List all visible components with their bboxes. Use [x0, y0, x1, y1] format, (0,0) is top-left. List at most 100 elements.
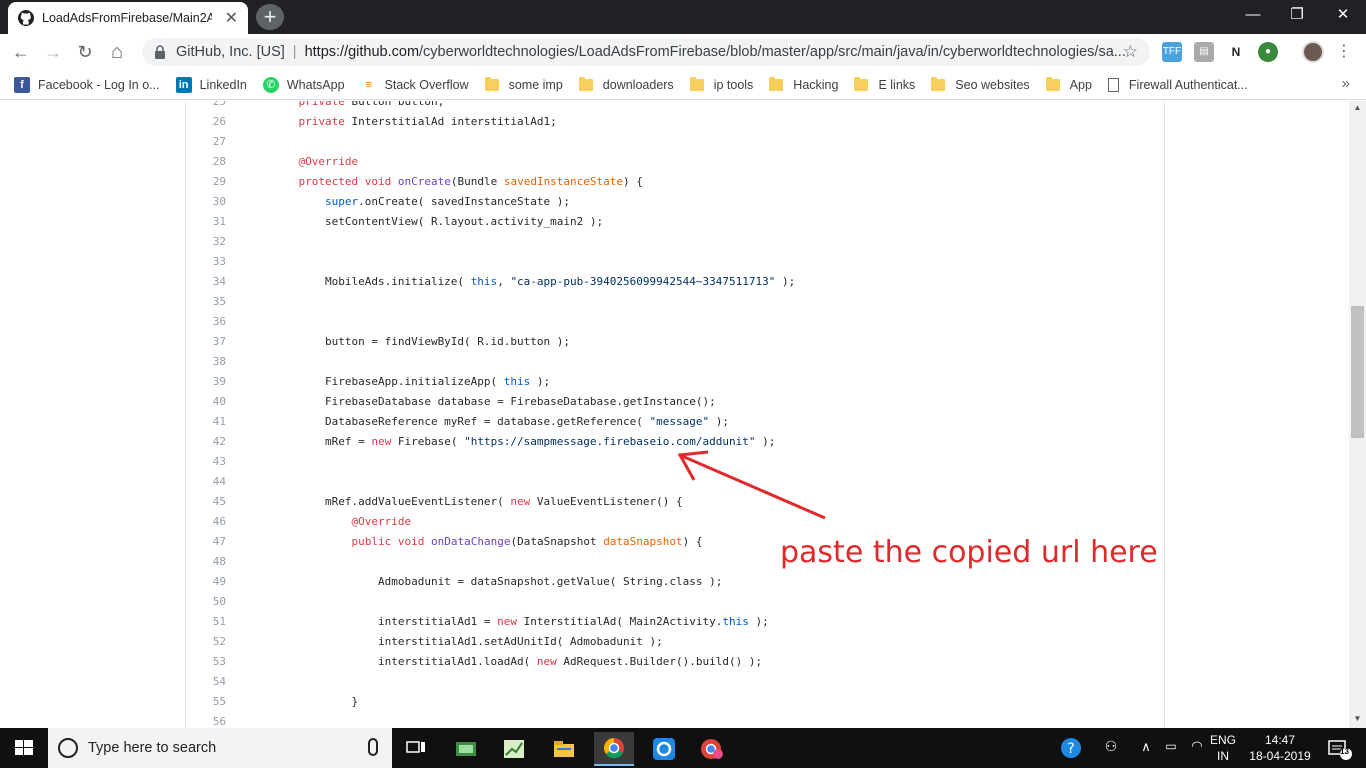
extension-tff-icon[interactable]: TFF: [1162, 42, 1182, 62]
code-line: 53 interstitialAd1.loadAd( new AdRequest…: [186, 652, 1164, 672]
line-number[interactable]: 36: [186, 312, 226, 332]
line-number[interactable]: 41: [186, 412, 226, 432]
line-number[interactable]: 54: [186, 672, 226, 692]
app-chart-icon[interactable]: [494, 732, 534, 766]
menu-icon[interactable]: ⋮: [1334, 40, 1354, 64]
wifi-icon[interactable]: ◠: [1186, 728, 1208, 768]
line-number[interactable]: 45: [186, 492, 226, 512]
line-number[interactable]: 53: [186, 652, 226, 672]
line-number[interactable]: 29: [186, 172, 226, 192]
back-button[interactable]: ←: [8, 40, 34, 64]
code-line: 27: [186, 132, 1164, 152]
bookmark-folder-seo-websites[interactable]: Seo websites: [931, 76, 1030, 92]
line-number[interactable]: 33: [186, 252, 226, 272]
line-number[interactable]: 43: [186, 452, 226, 472]
bookmark-folder-ip-tools[interactable]: ip tools: [689, 76, 753, 92]
close-window-button[interactable]: ✕: [1320, 0, 1366, 30]
chrome-taskbar-icon[interactable]: [594, 732, 634, 766]
line-number[interactable]: 48: [186, 552, 226, 572]
tray-chevron-icon[interactable]: ∧: [1136, 728, 1156, 768]
line-number[interactable]: 25: [186, 101, 226, 112]
line-number[interactable]: 26: [186, 112, 226, 132]
bookmark-folder-downloaders[interactable]: downloaders: [578, 76, 674, 92]
line-number[interactable]: 28: [186, 152, 226, 172]
github-icon: [18, 10, 34, 26]
bookmark-facebook[interactable]: f Facebook - Log In o...: [14, 76, 160, 93]
new-tab-button[interactable]: +: [256, 4, 284, 30]
bookmark-whatsapp[interactable]: ✆ WhatsApp: [262, 76, 345, 93]
chrome-profile-taskbar-icon[interactable]: [692, 732, 732, 766]
url-separator: |: [292, 44, 297, 60]
line-number[interactable]: 32: [186, 232, 226, 252]
bookmark-star-icon[interactable]: ☆: [1123, 42, 1138, 62]
url-text[interactable]: https://github.com/cyberworldtechnologie…: [305, 44, 1125, 60]
bookmark-linkedin[interactable]: in LinkedIn: [175, 76, 247, 93]
app-green-screen-icon[interactable]: [446, 732, 486, 766]
line-number[interactable]: 49: [186, 572, 226, 592]
tab-strip: LoadAdsFromFirebase/Main2Activity ✕ + — …: [0, 0, 1366, 34]
action-center-icon[interactable]: 13: [1320, 728, 1360, 768]
clock[interactable]: 14:47 18-04-2019: [1244, 728, 1316, 768]
battery-icon[interactable]: ▭: [1160, 728, 1182, 768]
line-number[interactable]: 39: [186, 372, 226, 392]
home-button[interactable]: ⌂: [104, 40, 130, 64]
code-text: interstitialAd1.loadAd( new AdRequest.Bu…: [272, 655, 763, 668]
code-line: 25 private Button button;: [186, 101, 1164, 112]
line-number[interactable]: 30: [186, 192, 226, 212]
app-blue-g-icon[interactable]: [644, 732, 684, 766]
line-number[interactable]: 31: [186, 212, 226, 232]
code-text: setContentView( R.layout.activity_main2 …: [272, 215, 604, 228]
scrollbar-thumb[interactable]: [1351, 306, 1364, 438]
folder-icon: [931, 76, 946, 91]
site-identity[interactable]: GitHub, Inc. [US]: [176, 44, 285, 60]
microphone-icon[interactable]: [368, 738, 378, 756]
bookmarks-overflow-button[interactable]: »: [1342, 75, 1350, 92]
bookmark-stackoverflow[interactable]: ≡ Stack Overflow: [360, 76, 469, 93]
minimize-button[interactable]: —: [1230, 0, 1276, 30]
reload-button[interactable]: ↻: [72, 40, 98, 64]
line-number[interactable]: 50: [186, 592, 226, 612]
browser-tab[interactable]: LoadAdsFromFirebase/Main2Activity ✕: [8, 2, 248, 34]
line-number[interactable]: 55: [186, 692, 226, 712]
line-number[interactable]: 47: [186, 532, 226, 552]
line-number[interactable]: 52: [186, 632, 226, 652]
code-text: mRef.addValueEventListener( new ValueEve…: [272, 495, 683, 508]
profile-avatar[interactable]: [1302, 41, 1324, 63]
line-number[interactable]: 56: [186, 712, 226, 728]
language-indicator[interactable]: ENG IN: [1208, 728, 1238, 768]
line-number[interactable]: 51: [186, 612, 226, 632]
extension-n-icon[interactable]: N: [1226, 42, 1246, 62]
scroll-down-arrow[interactable]: ▼: [1349, 712, 1366, 726]
extension-printer-icon[interactable]: ▤: [1194, 42, 1214, 62]
task-view-icon[interactable]: [396, 732, 436, 766]
taskbar-search[interactable]: Type here to search: [48, 728, 392, 768]
line-number[interactable]: 42: [186, 432, 226, 452]
bookmark-folder-app[interactable]: App: [1045, 76, 1092, 92]
bookmark-folder-e-links[interactable]: E links: [854, 76, 915, 92]
code-line: 55 }: [186, 692, 1164, 712]
line-number[interactable]: 37: [186, 332, 226, 352]
forward-button[interactable]: →: [40, 40, 66, 64]
line-number[interactable]: 34: [186, 272, 226, 292]
tab-close-icon[interactable]: ✕: [225, 8, 238, 28]
file-explorer-icon[interactable]: [544, 732, 584, 766]
line-number[interactable]: 38: [186, 352, 226, 372]
windows-start-icon[interactable]: [0, 728, 48, 768]
scroll-up-arrow[interactable]: ▲: [1349, 101, 1366, 115]
extension-globe-icon[interactable]: ●: [1258, 42, 1278, 62]
help-icon[interactable]: ?: [1056, 728, 1086, 768]
line-number[interactable]: 44: [186, 472, 226, 492]
folder-icon: [769, 76, 784, 91]
address-bar[interactable]: GitHub, Inc. [US] | https://github.com/c…: [142, 38, 1150, 66]
code-line: 35: [186, 292, 1164, 312]
people-icon[interactable]: ⚇: [1098, 728, 1124, 768]
line-number[interactable]: 40: [186, 392, 226, 412]
line-number[interactable]: 27: [186, 132, 226, 152]
line-number[interactable]: 35: [186, 292, 226, 312]
bookmark-firewall[interactable]: Firewall Authenticat...: [1107, 77, 1248, 92]
notification-count: 13: [1340, 747, 1349, 756]
line-number[interactable]: 46: [186, 512, 226, 532]
maximize-button[interactable]: ❐: [1274, 0, 1320, 30]
bookmark-folder-hacking[interactable]: Hacking: [769, 76, 838, 92]
bookmark-folder-some-imp[interactable]: some imp: [484, 76, 563, 92]
